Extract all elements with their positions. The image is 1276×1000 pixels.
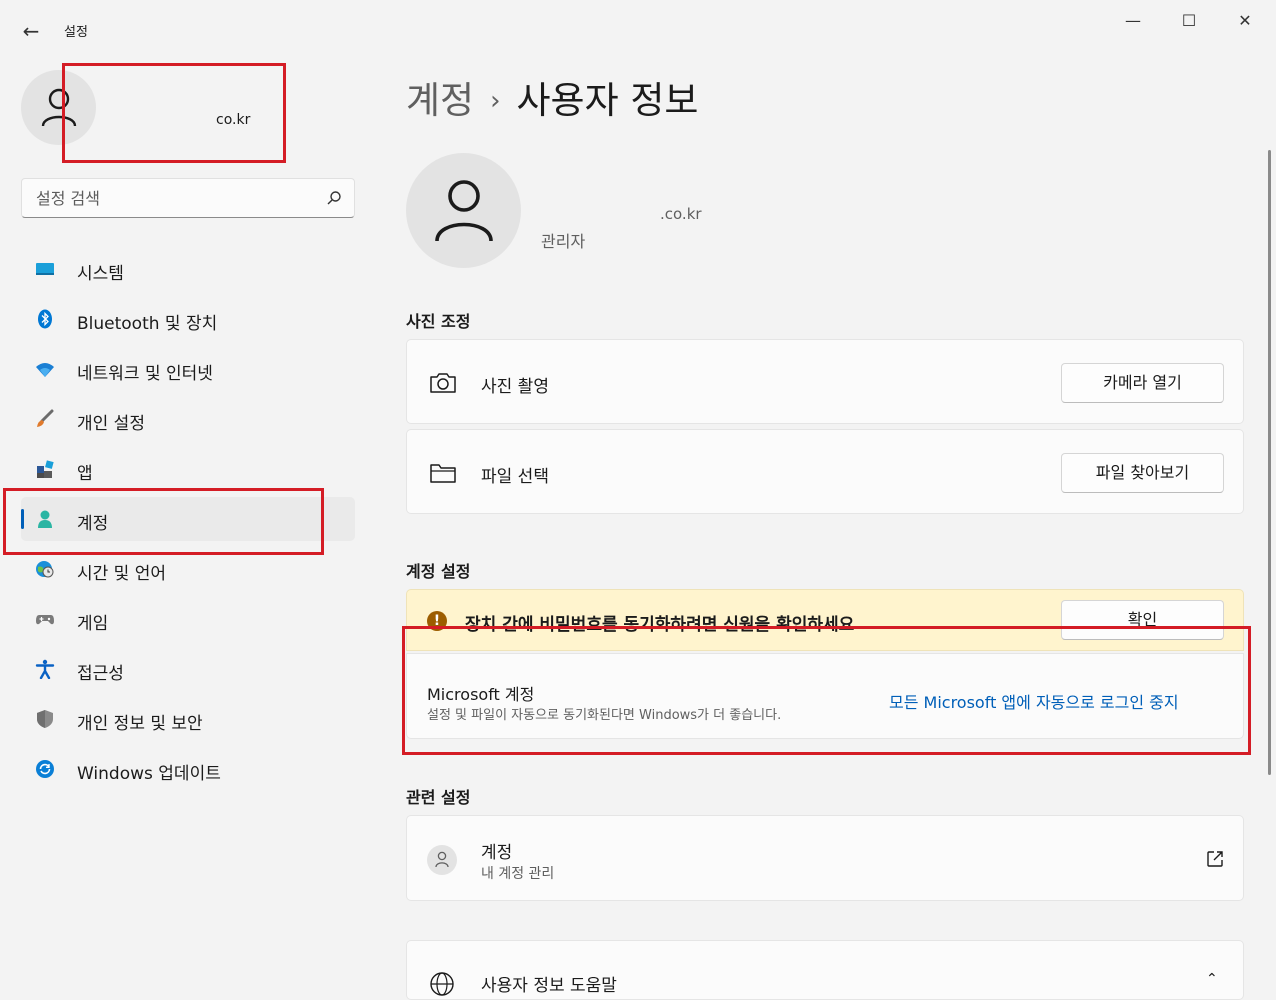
system-icon	[36, 263, 54, 275]
apps-icon	[37, 460, 54, 478]
person-icon	[435, 180, 493, 242]
section-title-account-settings: 계정 설정	[406, 562, 471, 581]
minimize-button[interactable]: —	[1110, 8, 1156, 34]
sidebar-item-network[interactable]: 네트워크 및 인터넷	[21, 347, 355, 391]
update-icon	[36, 760, 54, 778]
back-arrow-icon[interactable]: ←	[18, 18, 44, 44]
accounts-related-card[interactable]: 계정 내 계정 관리	[406, 815, 1244, 901]
sidebar-item-accessibility[interactable]: 접근성	[21, 647, 355, 691]
brush-icon	[37, 409, 54, 427]
choose-file-label: 파일 선택	[481, 467, 549, 487]
take-photo-label: 사진 촬영	[481, 377, 549, 397]
sidebar-item-system[interactable]: 시스템	[21, 247, 355, 291]
close-button[interactable]: ✕	[1222, 8, 1268, 34]
sidebar-item-personalization[interactable]: 개인 설정	[21, 397, 355, 441]
chevron-up-icon[interactable]: ⌃	[1206, 971, 1218, 987]
scrollbar[interactable]	[1268, 150, 1271, 775]
user-email: .co.kr	[660, 205, 702, 223]
search-input[interactable]	[22, 179, 326, 217]
external-link-icon	[1207, 851, 1223, 867]
sidebar-item-apps[interactable]: 앱	[21, 447, 355, 491]
section-title-photo: 사진 조정	[406, 312, 471, 331]
accounts-related-title: 계정	[481, 843, 513, 863]
camera-icon	[430, 373, 456, 393]
take-photo-card: 사진 촬영 카메라 열기	[406, 339, 1244, 424]
sidebar-item-bluetooth[interactable]: Bluetooth 및 장치	[21, 297, 355, 341]
sidebar-item-label: Windows 업데이트	[77, 764, 221, 784]
maximize-button[interactable]: ☐	[1166, 8, 1212, 34]
sidebar-item-privacy[interactable]: 개인 정보 및 보안	[21, 697, 355, 741]
bluetooth-icon	[38, 309, 52, 329]
globe-clock-icon	[36, 561, 54, 578]
search-box[interactable]	[21, 178, 355, 218]
highlight-box-accounts	[3, 488, 324, 555]
wifi-icon	[36, 363, 54, 377]
accounts-related-subtitle: 내 계정 관리	[481, 866, 555, 882]
page-title: 사용자 정보	[516, 79, 699, 122]
sidebar-item-windows-update[interactable]: Windows 업데이트	[21, 747, 355, 791]
breadcrumb: 계정 › 사용자 정보	[406, 70, 698, 124]
sidebar-item-label: 개인 정보 및 보안	[77, 714, 203, 734]
sidebar-item-label: 개인 설정	[77, 414, 145, 434]
user-role: 관리자	[541, 232, 586, 251]
sidebar-item-label: 시스템	[77, 264, 124, 284]
title-bar: ← 설정 — ☐ ✕	[0, 0, 1276, 56]
sidebar-item-label: 앱	[77, 464, 93, 484]
sidebar-item-label: 시간 및 언어	[77, 564, 167, 584]
highlight-box-profile	[62, 63, 286, 163]
breadcrumb-parent[interactable]: 계정	[406, 79, 474, 122]
accessibility-icon	[35, 659, 55, 679]
sidebar-item-label: 네트워크 및 인터넷	[77, 364, 213, 384]
open-camera-button[interactable]: 카메라 열기	[1061, 363, 1224, 403]
section-title-related: 관련 설정	[406, 788, 471, 807]
browse-files-button[interactable]: 파일 찾아보기	[1061, 453, 1224, 493]
sidebar-item-label: Bluetooth 및 장치	[77, 314, 218, 334]
globe-icon	[430, 972, 454, 996]
sidebar-item-label: 게임	[77, 614, 109, 634]
search-icon[interactable]	[326, 190, 342, 206]
help-title: 사용자 정보 도움말	[481, 976, 617, 996]
gamepad-icon	[36, 615, 54, 625]
sidebar-item-time-language[interactable]: 시간 및 언어	[21, 547, 355, 591]
help-card[interactable]: 사용자 정보 도움말 ⌃	[406, 940, 1244, 1000]
highlight-box-microsoft-account	[402, 626, 1251, 755]
sidebar-item-label: 접근성	[77, 664, 124, 684]
sidebar-item-gaming[interactable]: 게임	[21, 597, 355, 641]
folder-icon	[430, 464, 456, 483]
app-title: 설정	[64, 25, 88, 40]
account-circle-icon	[427, 845, 457, 875]
chevron-right-icon: ›	[490, 86, 501, 116]
shield-icon	[37, 710, 53, 728]
choose-file-card: 파일 선택 파일 찾아보기	[406, 429, 1244, 514]
user-avatar	[406, 153, 521, 268]
